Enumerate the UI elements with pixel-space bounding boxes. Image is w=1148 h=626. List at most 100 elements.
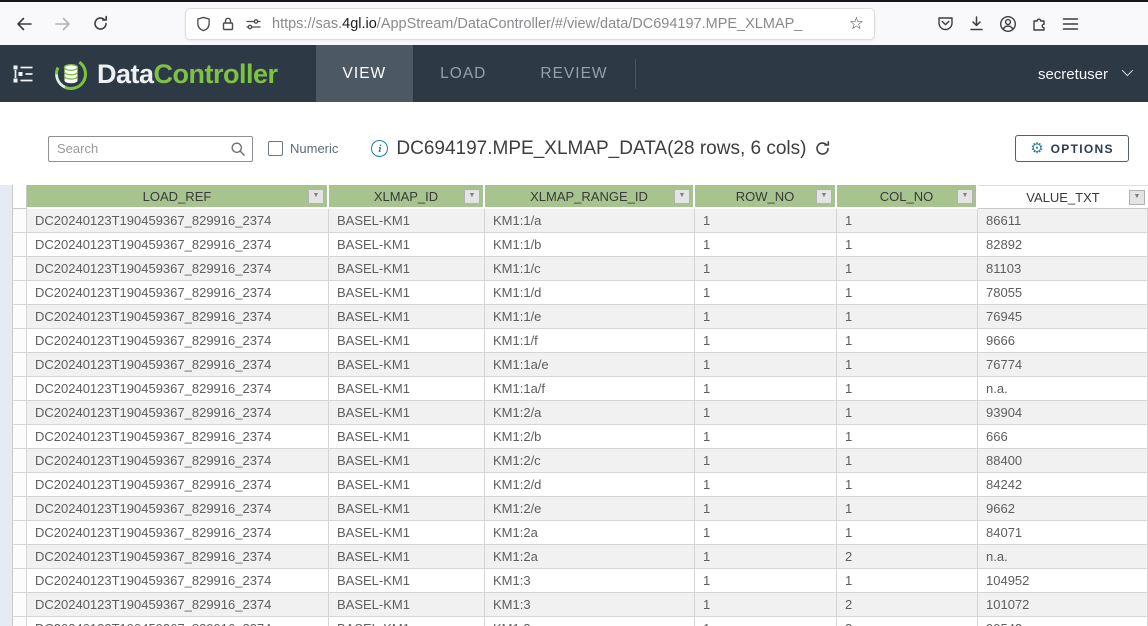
cell[interactable]: KM1:1/d: [485, 281, 695, 305]
cell[interactable]: 1: [837, 353, 978, 377]
cell[interactable]: 104952: [978, 569, 1148, 593]
cell[interactable]: 1: [695, 305, 837, 329]
cell[interactable]: BASEL-KM1: [329, 377, 485, 401]
row-handle[interactable]: [12, 353, 27, 377]
cell[interactable]: KM1:3: [485, 569, 695, 593]
search-box[interactable]: [48, 136, 253, 162]
cell[interactable]: 1: [837, 449, 978, 473]
cell[interactable]: 1: [695, 593, 837, 617]
cell[interactable]: 76774: [978, 353, 1148, 377]
forward-icon[interactable]: [47, 9, 77, 39]
cell[interactable]: 1: [695, 353, 837, 377]
cell[interactable]: BASEL-KM1: [329, 281, 485, 305]
cell[interactable]: KM1:2a: [485, 521, 695, 545]
row-handle[interactable]: [12, 521, 27, 545]
cell[interactable]: 1: [837, 281, 978, 305]
cell[interactable]: 93904: [978, 401, 1148, 425]
info-icon[interactable]: i: [371, 140, 388, 157]
cell[interactable]: 1: [837, 329, 978, 353]
cell[interactable]: 1: [695, 281, 837, 305]
cell[interactable]: KM1:2/d: [485, 473, 695, 497]
menu-icon[interactable]: [1062, 17, 1079, 31]
refresh-icon[interactable]: [814, 140, 831, 157]
shield-icon[interactable]: [196, 16, 211, 32]
cell[interactable]: BASEL-KM1: [329, 521, 485, 545]
cell[interactable]: 88400: [978, 449, 1148, 473]
row-handle[interactable]: [12, 305, 27, 329]
cell[interactable]: KM1:2a: [485, 545, 695, 569]
cell[interactable]: n.a.: [978, 545, 1148, 569]
cell[interactable]: 1: [695, 425, 837, 449]
cell[interactable]: 9662: [978, 497, 1148, 521]
cell[interactable]: DC20240123T190459367_829916_2374: [27, 617, 329, 626]
row-handle[interactable]: [12, 209, 27, 233]
cell[interactable]: 1: [695, 257, 837, 281]
cell[interactable]: 1: [695, 209, 837, 233]
cell[interactable]: 78055: [978, 281, 1148, 305]
column-header-load_ref[interactable]: LOAD_REF▼: [27, 185, 329, 209]
cell[interactable]: 1: [695, 449, 837, 473]
cell[interactable]: BASEL-KM1: [329, 569, 485, 593]
cell[interactable]: BASEL-KM1: [329, 257, 485, 281]
cell[interactable]: 1: [837, 569, 978, 593]
cell[interactable]: DC20240123T190459367_829916_2374: [27, 497, 329, 521]
cell[interactable]: KM1:1a/e: [485, 353, 695, 377]
cell[interactable]: DC20240123T190459367_829916_2374: [27, 377, 329, 401]
cell[interactable]: DC20240123T190459367_829916_2374: [27, 521, 329, 545]
account-icon[interactable]: [999, 15, 1017, 33]
cell[interactable]: BASEL-KM1: [329, 593, 485, 617]
cell[interactable]: 1: [837, 425, 978, 449]
row-handle[interactable]: [12, 425, 27, 449]
cell[interactable]: DC20240123T190459367_829916_2374: [27, 425, 329, 449]
cell[interactable]: BASEL-KM1: [329, 209, 485, 233]
cell[interactable]: 1: [837, 473, 978, 497]
row-handle[interactable]: [12, 401, 27, 425]
cell[interactable]: 1: [837, 497, 978, 521]
cell[interactable]: KM1:3: [485, 593, 695, 617]
cell[interactable]: KM1:2/c: [485, 449, 695, 473]
cell[interactable]: KM1:2/e: [485, 497, 695, 521]
permissions-icon[interactable]: [245, 18, 262, 30]
cell[interactable]: BASEL-KM1: [329, 425, 485, 449]
filter-button[interactable]: ▼: [957, 189, 973, 204]
cell[interactable]: DC20240123T190459367_829916_2374: [27, 209, 329, 233]
cell[interactable]: DC20240123T190459367_829916_2374: [27, 329, 329, 353]
pocket-icon[interactable]: [937, 15, 954, 32]
column-header-xlmap_id[interactable]: XLMAP_ID▼: [329, 185, 485, 209]
cell[interactable]: 9666: [978, 329, 1148, 353]
row-handle[interactable]: [12, 257, 27, 281]
cell[interactable]: 84071: [978, 521, 1148, 545]
cell[interactable]: 1: [695, 521, 837, 545]
cell[interactable]: DC20240123T190459367_829916_2374: [27, 305, 329, 329]
tab-load[interactable]: LOAD: [413, 45, 513, 103]
download-icon[interactable]: [968, 15, 985, 32]
cell[interactable]: 1: [695, 569, 837, 593]
cell[interactable]: 1: [695, 377, 837, 401]
cell[interactable]: 1: [695, 329, 837, 353]
tab-review[interactable]: REVIEW: [513, 45, 634, 103]
cell[interactable]: 81103: [978, 257, 1148, 281]
numeric-checkbox[interactable]: [268, 141, 283, 156]
cell[interactable]: KM1:1/c: [485, 257, 695, 281]
cell[interactable]: 1: [837, 257, 978, 281]
row-handle[interactable]: [12, 545, 27, 569]
cell[interactable]: DC20240123T190459367_829916_2374: [27, 545, 329, 569]
filter-button[interactable]: ▼: [674, 189, 690, 204]
cell[interactable]: KM1:1/e: [485, 305, 695, 329]
filter-button[interactable]: ▼: [1129, 190, 1145, 205]
cell[interactable]: 84242: [978, 473, 1148, 497]
numeric-toggle[interactable]: Numeric: [268, 141, 338, 156]
cell[interactable]: BASEL-KM1: [329, 449, 485, 473]
filter-button[interactable]: ▼: [464, 189, 480, 204]
cell[interactable]: BASEL-KM1: [329, 353, 485, 377]
row-handle[interactable]: [12, 593, 27, 617]
user-menu[interactable]: secretuser: [1007, 45, 1148, 103]
cell[interactable]: 101072: [978, 593, 1148, 617]
column-header-xlmap_range_id[interactable]: XLMAP_RANGE_ID▼: [485, 185, 695, 209]
cell[interactable]: 1: [695, 545, 837, 569]
cell[interactable]: 1: [837, 305, 978, 329]
reload-icon[interactable]: [85, 9, 115, 39]
cell[interactable]: 3: [837, 617, 978, 626]
cell[interactable]: DC20240123T190459367_829916_2374: [27, 233, 329, 257]
cell[interactable]: KM1:2/a: [485, 401, 695, 425]
